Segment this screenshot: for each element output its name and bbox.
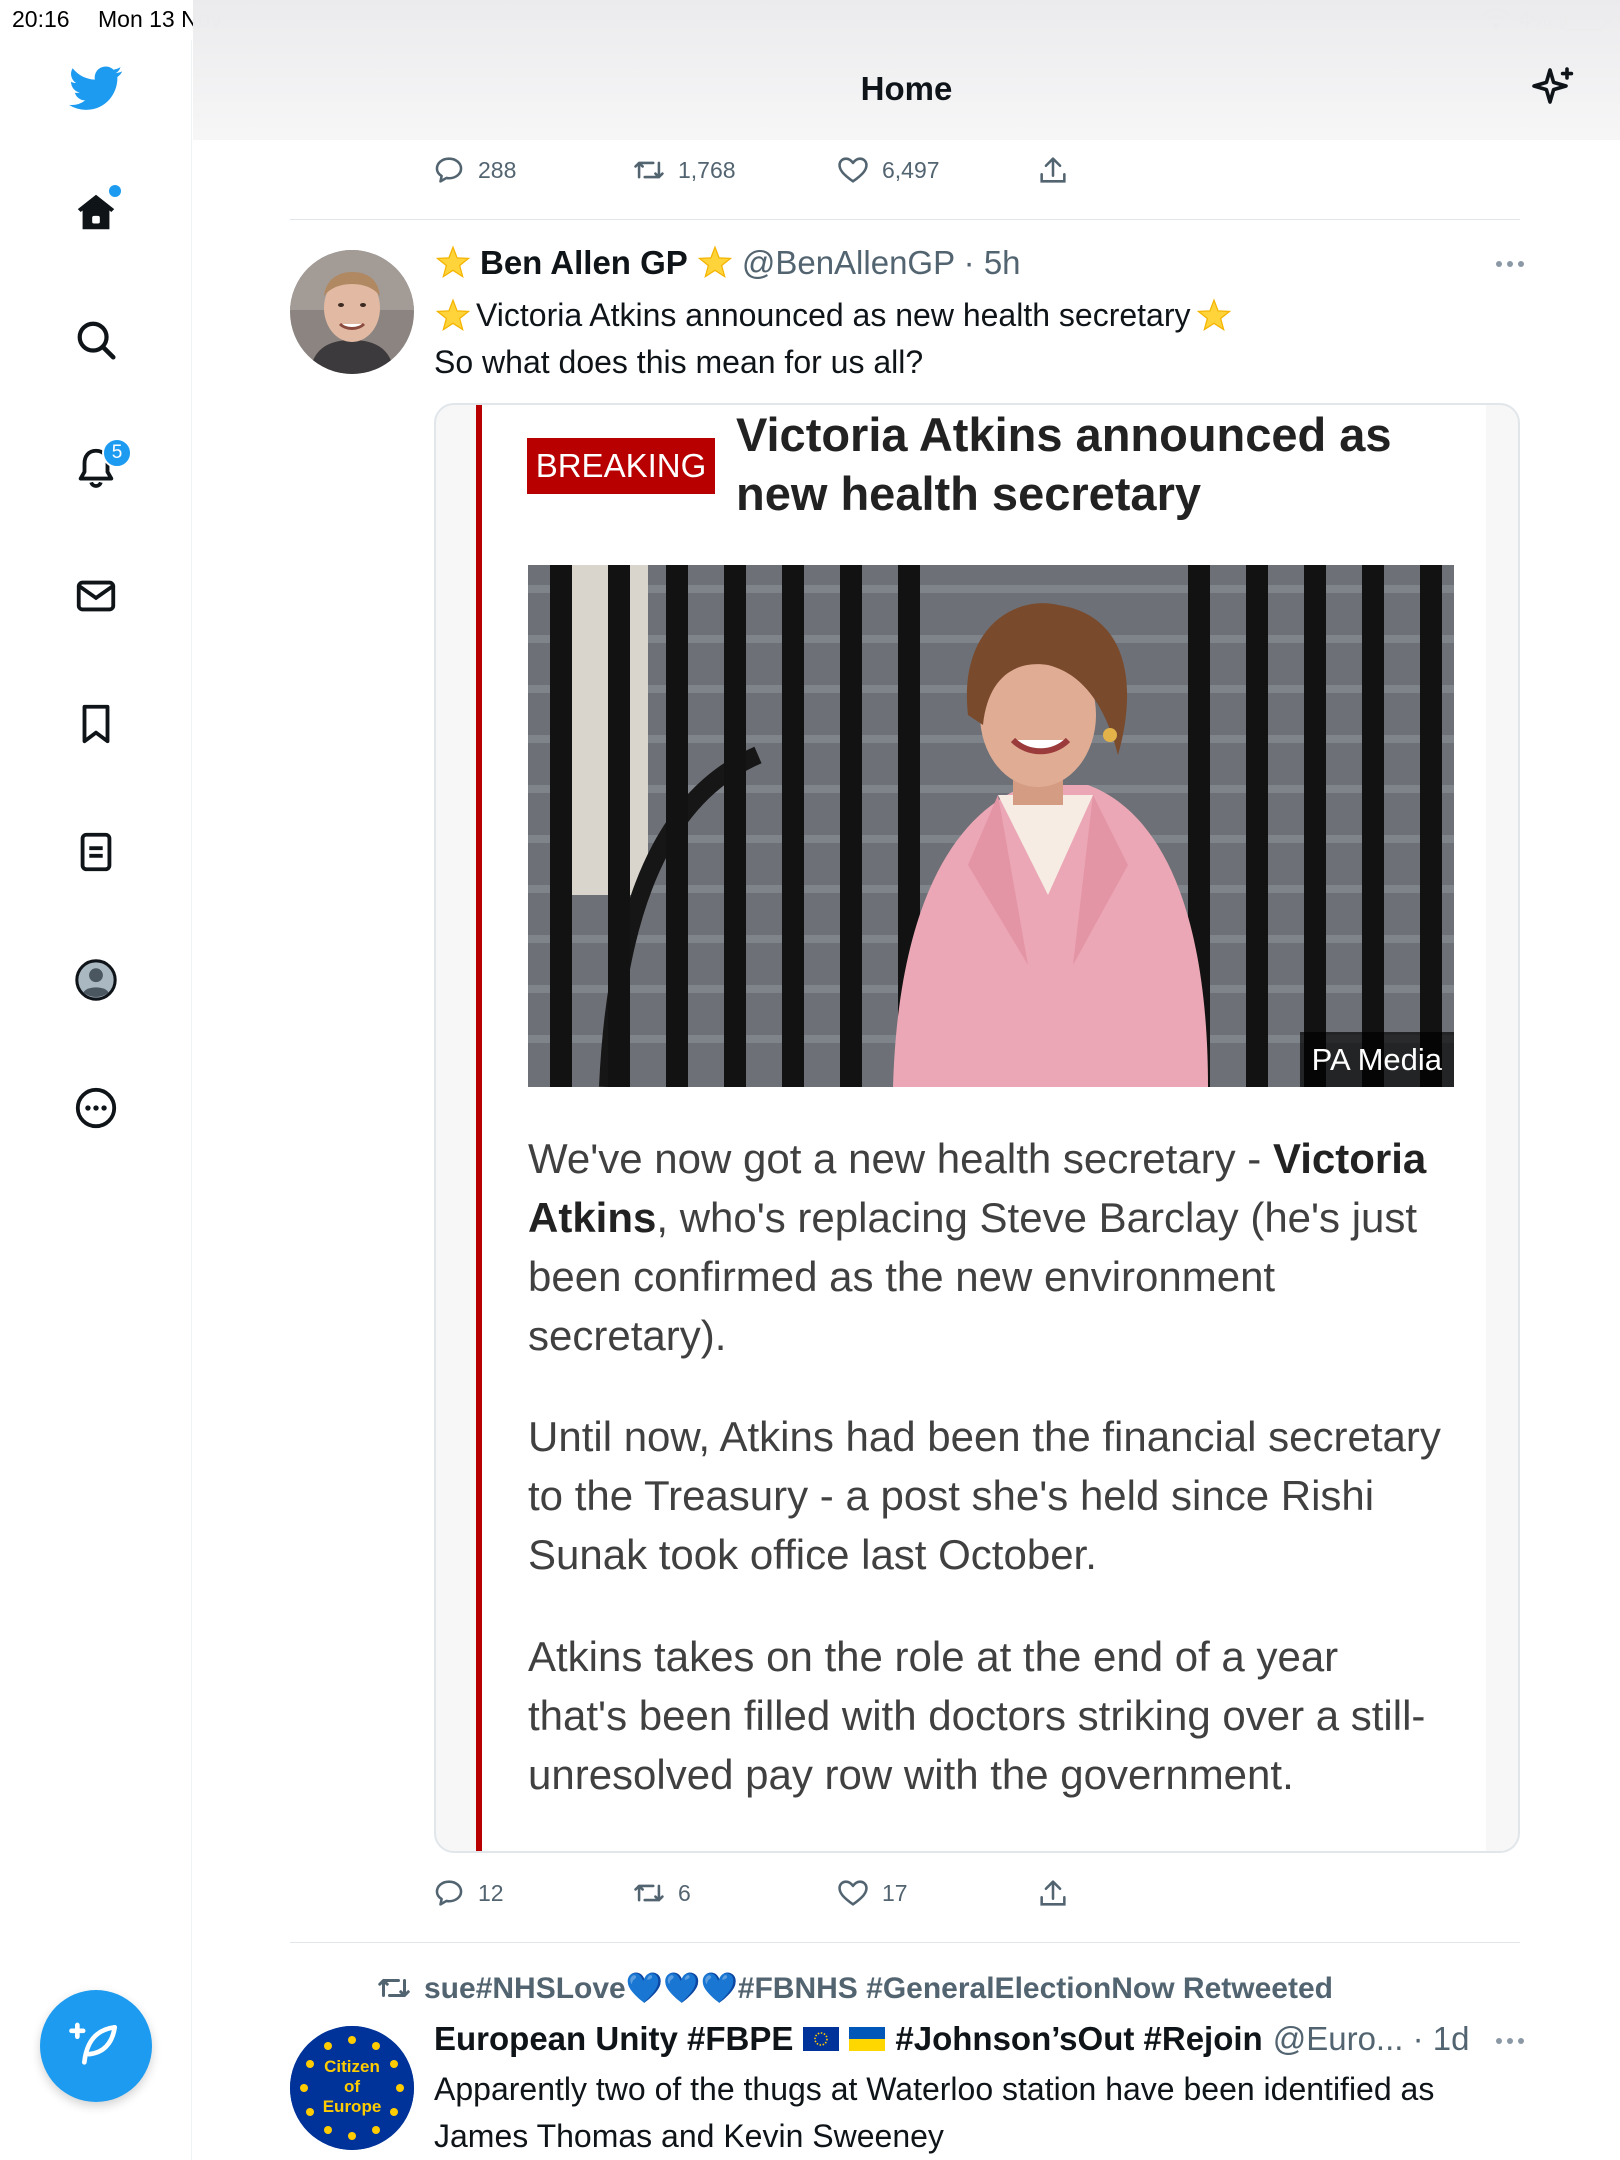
compose-feather-icon: [69, 2022, 117, 2065]
like-button[interactable]: 6,497: [836, 148, 940, 192]
news-photo: PA Media: [528, 565, 1454, 1087]
search-icon: [77, 321, 116, 360]
profile-avatar-icon: [75, 959, 117, 1001]
avatar[interactable]: Citizen of Europe: [290, 2026, 414, 2150]
glowing-star-emoji-icon: [1196, 297, 1231, 331]
heart-icon: [838, 1880, 868, 1906]
breaking-badge: BREAKING: [527, 438, 715, 494]
author-name-part-1[interactable]: European Unity #FBPE: [434, 2020, 793, 2058]
retweet-button[interactable]: 6: [632, 1871, 691, 1915]
tweet-more-icon[interactable]: [1496, 2038, 1524, 2044]
share-button[interactable]: [1036, 148, 1070, 192]
like-count: 17: [882, 1879, 908, 1906]
home-unread-dot: [109, 185, 121, 197]
bookmark-icon: [82, 704, 110, 744]
nav-home[interactable]: [66, 182, 126, 242]
tweet-text-line2: James Thomas and Kevin Sweeney: [434, 2118, 944, 2154]
timeline-header: Home: [193, 0, 1620, 140]
retweeted-by-text: sue#NHSLove💙💙💙#FBNHS #GeneralElectionNow…: [424, 1971, 1333, 2005]
red-rule: [476, 405, 482, 1851]
reply-button[interactable]: 12: [432, 1871, 504, 1915]
card-paragraph-1: We've now got a new health secretary - V…: [528, 1129, 1448, 1365]
retweet-button[interactable]: 1,768: [632, 148, 736, 192]
sparkle-icon[interactable]: [1530, 64, 1578, 112]
like-button[interactable]: 17: [836, 1871, 908, 1915]
compose-tweet-button[interactable]: [40, 1990, 152, 2102]
ukraine-flag-icon: [849, 2027, 886, 2051]
tweet-header: Ben Allen GP @BenAllenGP · 5h: [434, 244, 1021, 282]
tweet-header: European Unity #FBPE #Johnson’sOut #Rejo…: [434, 2020, 1469, 2058]
card-paragraph-3: Atkins takes on the role at the end of a…: [528, 1633, 1426, 1798]
card-paragraph-2: Until now, Atkins had been the financial…: [528, 1413, 1441, 1578]
tweet-text-line1: Victoria Atkins announced as new health …: [476, 297, 1191, 333]
retweet-icon: [634, 1884, 664, 1902]
page-title: Home: [860, 70, 953, 107]
eu-flag-icon: [803, 2027, 840, 2051]
reply-button[interactable]: 288: [432, 148, 516, 192]
tweet-actions: 12 6 17: [432, 1871, 1072, 1915]
tweet-divider: [290, 219, 1520, 220]
tweet-divider: [290, 1942, 1520, 1943]
glowing-star-emoji-icon: [697, 245, 733, 279]
nav-lists[interactable]: [66, 822, 126, 882]
card-paragraph-1-end: , who's replacing Steve Barclay (he's ju…: [528, 1194, 1418, 1359]
reply-icon: [435, 157, 463, 183]
status-time: 20:16: [12, 6, 70, 32]
share-button[interactable]: [1036, 1871, 1070, 1915]
notifications-badge: 5: [102, 438, 132, 468]
avatar-text-3: Europe: [323, 2097, 382, 2116]
card-paragraph-1-start: We've now got a new health secretary -: [528, 1135, 1273, 1182]
nav-notifications[interactable]: 5: [66, 438, 132, 498]
nav-profile[interactable]: [66, 950, 126, 1010]
nav-messages[interactable]: [66, 566, 126, 626]
retweet-icon: [378, 1979, 410, 1997]
retweeted-by-line[interactable]: sue#NHSLove💙💙💙#FBNHS #GeneralElectionNow…: [376, 1970, 1333, 2006]
nav-search[interactable]: [66, 310, 126, 370]
tweet-more-icon[interactable]: [1496, 261, 1524, 267]
prev-tweet-actions: 288 1,768 6,497: [432, 148, 1072, 192]
tweet-text: Victoria Atkins announced as new health …: [434, 292, 1233, 386]
list-icon: [80, 832, 112, 872]
tweet-media-image[interactable]: BREAKING Victoria Atkins announced as ne…: [434, 403, 1520, 1853]
author-handle-time[interactable]: @BenAllenGP · 5h: [742, 244, 1021, 282]
retweet-count: 1,768: [678, 156, 736, 183]
retweet-icon: [634, 161, 664, 179]
tweet-text-line1: Apparently two of the thugs at Waterloo …: [434, 2071, 1435, 2107]
twitter-logo-icon[interactable]: [66, 58, 126, 118]
reply-icon: [435, 1880, 463, 1906]
sidebar: 5: [0, 40, 192, 2160]
tweet-text: Apparently two of the thugs at Waterloo …: [434, 2066, 1434, 2160]
author-name[interactable]: Ben Allen GP: [480, 244, 688, 282]
share-icon: [1040, 157, 1066, 183]
photo-credit: PA Media: [1299, 1032, 1454, 1087]
avatar-text-1: Citizen: [324, 2057, 380, 2076]
nav-bookmarks[interactable]: [66, 694, 126, 754]
retweet-count: 6: [678, 1879, 691, 1906]
avatar-text-2: of: [344, 2077, 360, 2096]
glowing-star-emoji-icon: [435, 245, 471, 279]
glowing-star-emoji-icon: [435, 297, 471, 331]
card-headline: Victoria Atkins announced as new health …: [736, 408, 1392, 520]
more-circle-icon: [75, 1087, 117, 1129]
tweet-text-line2: So what does this mean for us all?: [434, 344, 924, 380]
avatar[interactable]: [290, 250, 414, 374]
reply-count: 12: [478, 1879, 504, 1906]
reply-count: 288: [478, 156, 517, 183]
envelope-icon: [76, 580, 116, 612]
share-icon: [1040, 1880, 1066, 1906]
heart-icon: [838, 157, 868, 183]
nav-more[interactable]: [66, 1078, 126, 1138]
author-name-part-2[interactable]: #Johnson’sOut #Rejoin: [895, 2020, 1262, 2058]
like-count: 6,497: [882, 156, 940, 183]
author-handle-time[interactable]: @Euro... · 1d: [1273, 2020, 1470, 2058]
